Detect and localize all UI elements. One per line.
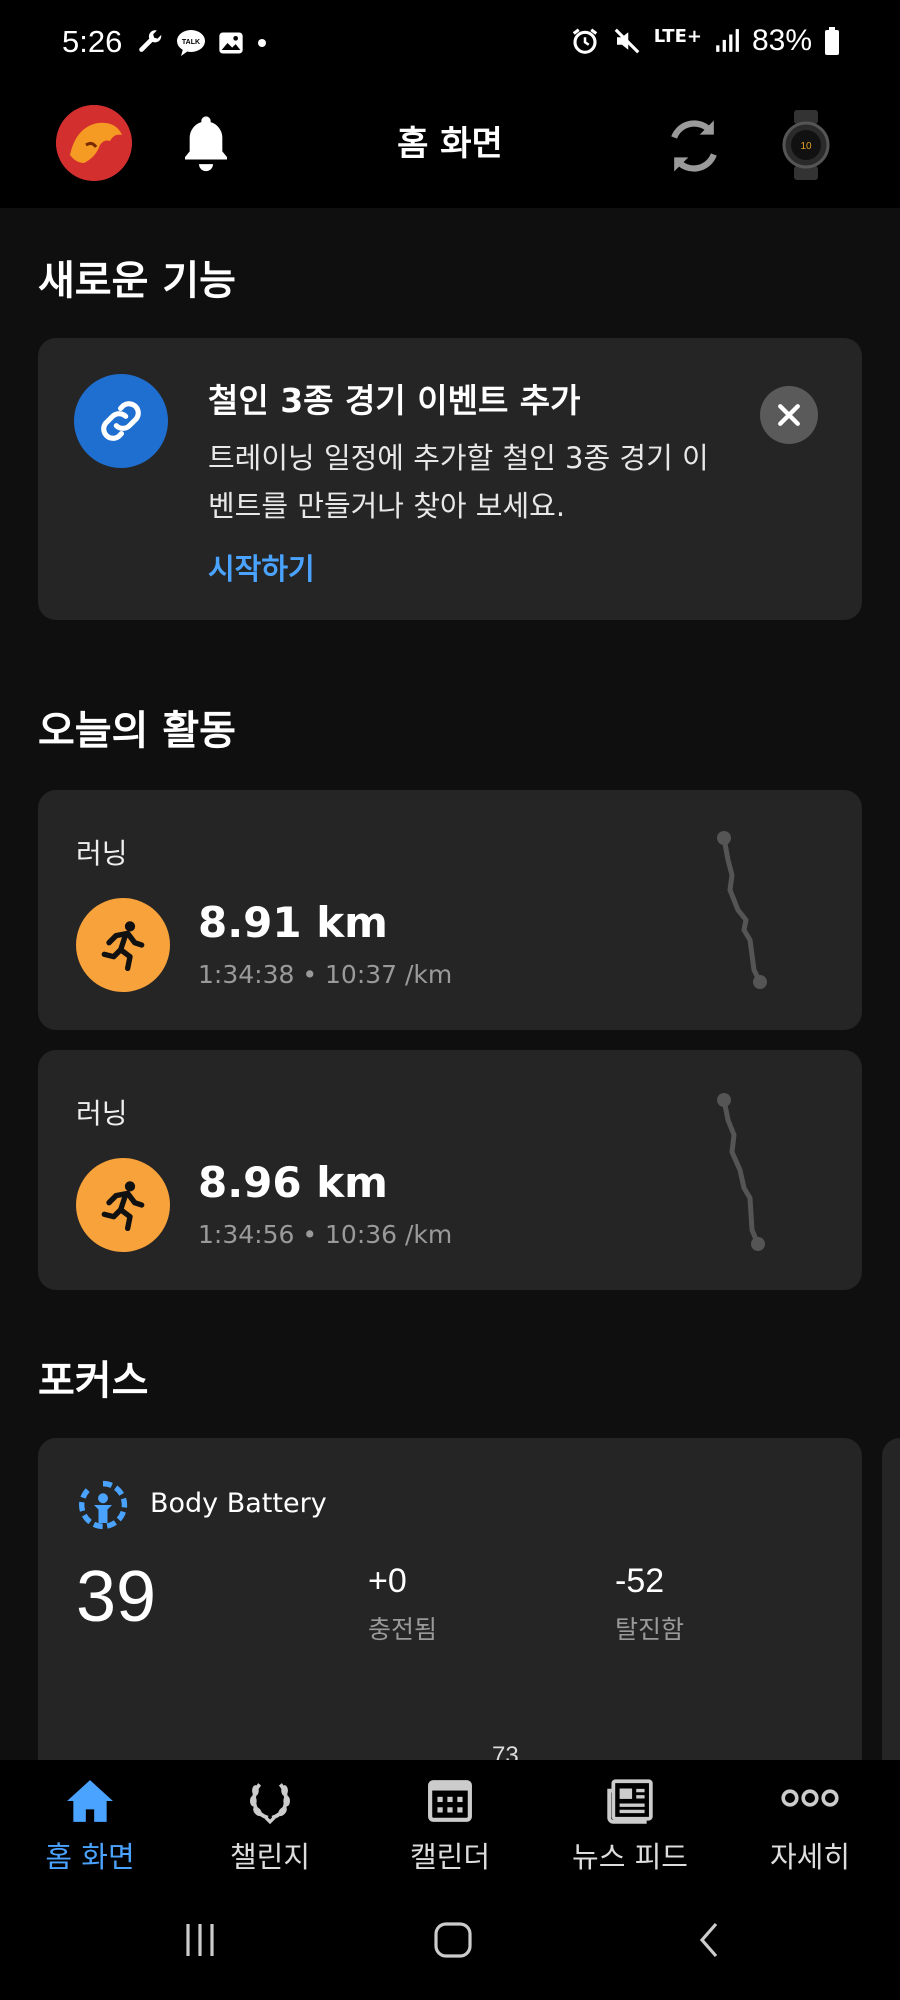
newspaper-icon: [607, 1779, 653, 1824]
status-bar: 5:26 TALK LTE+ 83%: [0, 0, 900, 90]
nav-challenges[interactable]: 챌린지: [180, 1760, 360, 1880]
nav-calendar[interactable]: 캘린더: [360, 1760, 540, 1880]
nav-more[interactable]: 자세히: [720, 1760, 900, 1880]
activity-time-pace: 1:34:56 • 10:36 /km: [198, 1220, 453, 1249]
body-battery-label: Body Battery: [150, 1488, 327, 1519]
status-time: 5:26: [62, 24, 123, 59]
close-feature-button[interactable]: [760, 386, 818, 444]
device-button[interactable]: 10: [780, 110, 832, 184]
nav-newsfeed[interactable]: 뉴스 피드: [540, 1760, 720, 1880]
activity-icon: [76, 1158, 170, 1252]
svg-text:TALK: TALK: [182, 39, 200, 46]
next-focus-card[interactable]: [882, 1438, 900, 1760]
nav-label: 홈 화면: [45, 1840, 135, 1874]
feature-description: 트레이닝 일정에 추가할 철인 3종 경기 이벤트를 만들거나 찾아 보세요.: [208, 441, 709, 523]
route-map-icon: [717, 1093, 765, 1251]
status-system-icons: LTE+ 83%: [570, 24, 840, 58]
feature-title: 철인 3종 경기 이벤트 추가: [208, 381, 581, 420]
app-header: 홈 화면 10: [0, 90, 900, 208]
running-icon: [101, 921, 145, 972]
activity-card[interactable]: 러닝 8.91 km 1:34:38 • 10:37 /km: [38, 790, 862, 1030]
home-nav-button[interactable]: [433, 1920, 473, 1960]
signal-icon: [716, 29, 739, 52]
nav-home[interactable]: 홈 화면: [0, 1760, 180, 1880]
network-type: LTE+: [653, 25, 702, 47]
link-icon: [101, 401, 141, 441]
watch-icon: 10: [782, 110, 830, 180]
home-icon: [67, 1780, 113, 1822]
activity-type: 러닝: [76, 837, 128, 870]
feature-icon: [74, 374, 168, 468]
today-activity-title: 오늘의 활동: [38, 708, 236, 754]
chart-peak-label: 73: [492, 1742, 519, 1760]
page-title: 홈 화면: [397, 124, 503, 164]
mute-icon: [614, 28, 640, 54]
system-navigation-bar: [0, 1880, 900, 2000]
nav-label: 자세히: [769, 1840, 851, 1874]
nav-label: 캘린더: [409, 1840, 491, 1874]
activity-icon: [76, 898, 170, 992]
nav-label: 챌린지: [229, 1840, 311, 1874]
alarm-icon: [572, 28, 597, 54]
battery-icon: [825, 27, 839, 55]
more-icon: [781, 1789, 839, 1807]
status-notification-icons: TALK: [135, 28, 269, 58]
charged-value: +0: [368, 1562, 407, 1600]
recent-apps-button[interactable]: [180, 1920, 220, 1960]
running-icon: [101, 1181, 145, 1232]
laurel-icon: [250, 1783, 290, 1824]
activity-type: 러닝: [76, 1097, 128, 1130]
focus-title: 포커스: [38, 1358, 149, 1404]
get-started-link[interactable]: 시작하기: [208, 546, 315, 588]
dot-icon: [258, 39, 266, 47]
body-battery-value: 39: [76, 1557, 157, 1637]
calendar-icon: [428, 1780, 472, 1822]
home-feed[interactable]: 새로운 기능 철인 3종 경기 이벤트 추가 트레이닝 일정에 추가할 철인 3…: [0, 208, 900, 1760]
talk-icon: TALK: [177, 30, 205, 56]
activity-time-pace: 1:34:38 • 10:37 /km: [198, 960, 453, 989]
drained-value: -52: [615, 1562, 665, 1600]
charged-label: 충전됨: [368, 1615, 438, 1644]
back-button[interactable]: [690, 1920, 730, 1960]
close-icon: [778, 404, 800, 426]
sync-button[interactable]: [660, 112, 728, 184]
bottom-navigation: 홈 화면 챌린지 캘린더 뉴스 피드 자세히: [0, 1760, 900, 1880]
nav-label: 뉴스 피드: [572, 1840, 688, 1874]
body-battery-card[interactable]: Body Battery 39 +0 충전됨 -52 탈진함 73: [38, 1438, 862, 1760]
activity-card[interactable]: 러닝 8.96 km 1:34:56 • 10:36 /km: [38, 1050, 862, 1290]
battery-percent: 83%: [751, 24, 812, 57]
feature-card[interactable]: 철인 3종 경기 이벤트 추가 트레이닝 일정에 추가할 철인 3종 경기 이벤…: [38, 338, 862, 620]
activity-distance: 8.91 km: [198, 898, 388, 947]
svg-text:10: 10: [800, 141, 812, 152]
drained-label: 탈진함: [615, 1615, 685, 1644]
route-map-icon: [717, 831, 767, 989]
whats-new-title: 새로운 기능: [38, 258, 236, 304]
activity-distance: 8.96 km: [198, 1158, 388, 1207]
sync-icon: [671, 120, 717, 172]
body-battery-icon: [79, 1480, 128, 1530]
gallery-icon: [219, 32, 243, 54]
wrench-icon: [139, 30, 162, 52]
